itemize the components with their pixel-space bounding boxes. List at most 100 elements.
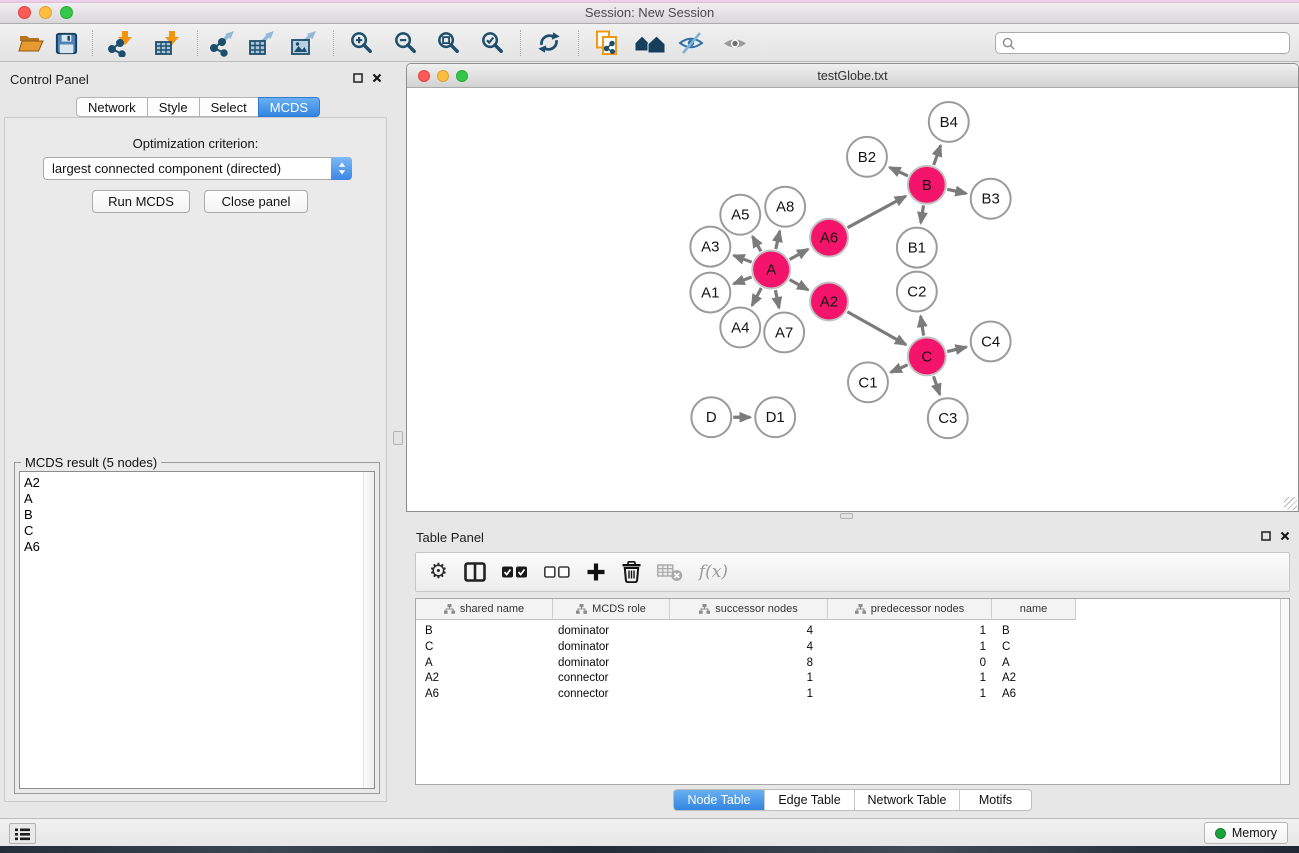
refresh-layout-button[interactable]: [534, 28, 564, 58]
graph-node-A7[interactable]: A7: [764, 312, 804, 352]
table-cell[interactable]: 4: [670, 640, 828, 656]
table-cell[interactable]: 1: [828, 624, 992, 640]
table-cell[interactable]: connector: [553, 687, 670, 703]
graph-edge-A6-B[interactable]: [848, 196, 906, 228]
scrollbar-track[interactable]: [363, 472, 374, 788]
tab-node-table[interactable]: Node Table: [674, 790, 764, 810]
network-window-titlebar[interactable]: testGlobe.txt: [407, 64, 1298, 88]
tab-network-table[interactable]: Network Table: [854, 790, 959, 810]
graph-node-A1[interactable]: A1: [690, 273, 730, 313]
column-header-successor-nodes[interactable]: successor nodes: [670, 599, 828, 620]
vertical-splitter-grip[interactable]: [393, 431, 403, 445]
graph-edge-A-A4[interactable]: [752, 288, 761, 305]
table-row[interactable]: A2connector11A2: [416, 671, 1289, 687]
graph-edge-C-C4[interactable]: [947, 347, 966, 351]
export-table-button[interactable]: [247, 28, 277, 58]
graph-node-B[interactable]: B: [908, 166, 946, 204]
hide-graphics-details-button[interactable]: [676, 28, 706, 58]
graph-edge-B-B3[interactable]: [947, 189, 966, 193]
run-mcds-button[interactable]: Run MCDS: [92, 190, 190, 213]
graph-node-C3[interactable]: C3: [928, 398, 968, 438]
graph-edge-B-B1[interactable]: [921, 205, 924, 223]
column-header-shared-name[interactable]: shared name: [416, 599, 553, 620]
table-cell[interactable]: 1: [670, 671, 828, 687]
graph-edge-B-B4[interactable]: [934, 145, 941, 165]
graph-edge-C-C1[interactable]: [891, 365, 908, 372]
select-all-columns-button[interactable]: [502, 566, 528, 578]
graph-node-C4[interactable]: C4: [971, 321, 1011, 361]
table-cell[interactable]: dominator: [553, 656, 670, 672]
memory-button[interactable]: Memory: [1204, 822, 1288, 844]
mcds-result-item[interactable]: A: [20, 491, 374, 507]
table-cell[interactable]: B: [416, 624, 553, 640]
table-cell[interactable]: C: [992, 640, 1076, 656]
graph-node-A5[interactable]: A5: [720, 195, 760, 235]
graph-node-D1[interactable]: D1: [755, 397, 795, 437]
table-cell[interactable]: B: [992, 624, 1076, 640]
graph-node-B1[interactable]: B1: [897, 228, 937, 268]
show-column-panel-button[interactable]: [464, 562, 486, 582]
graph-edge-A-A3[interactable]: [734, 255, 752, 262]
table-cell[interactable]: 4: [670, 624, 828, 640]
table-cell[interactable]: A2: [416, 671, 553, 687]
open-session-button[interactable]: [16, 28, 46, 58]
graph-edge-B-B2[interactable]: [890, 167, 908, 175]
graph-node-A4[interactable]: A4: [720, 307, 760, 347]
create-column-button[interactable]: [586, 562, 606, 582]
delete-column-button[interactable]: [622, 561, 641, 583]
network-canvas[interactable]: B4B2BB3A8A5A6A3B1AA1C2A2A4A7C4CC1C3DD1: [407, 89, 1298, 511]
tab-motifs[interactable]: Motifs: [959, 790, 1031, 810]
table-cell[interactable]: A6: [992, 687, 1076, 703]
tab-select[interactable]: Select: [199, 97, 259, 117]
table-cell[interactable]: 0: [828, 656, 992, 672]
export-network-button[interactable]: [207, 28, 237, 58]
graph-node-A2[interactable]: A2: [810, 283, 848, 321]
horizontal-splitter-grip[interactable]: [840, 513, 853, 519]
window-resize-grip[interactable]: [1284, 497, 1297, 510]
table-row[interactable]: A6connector11A6: [416, 687, 1289, 703]
table-scrollbar-track[interactable]: [1280, 599, 1289, 784]
mcds-result-item[interactable]: C: [20, 523, 374, 539]
network-graph[interactable]: B4B2BB3A8A5A6A3B1AA1C2A2A4A7C4CC1C3DD1: [407, 89, 1298, 511]
table-cell[interactable]: 1: [828, 671, 992, 687]
float-panel-icon[interactable]: [353, 73, 363, 83]
graph-node-D[interactable]: D: [691, 397, 731, 437]
table-cell[interactable]: 1: [828, 640, 992, 656]
zoom-out-button[interactable]: [390, 28, 420, 58]
graph-node-B3[interactable]: B3: [971, 179, 1011, 219]
column-header-predecessor-nodes[interactable]: predecessor nodes: [828, 599, 992, 620]
import-table-button[interactable]: [153, 28, 183, 58]
export-image-button[interactable]: [289, 28, 319, 58]
deselect-all-columns-button[interactable]: [544, 566, 570, 578]
table-cell[interactable]: 8: [670, 656, 828, 672]
close-panel-button[interactable]: Close panel: [204, 190, 308, 213]
tab-network[interactable]: Network: [76, 97, 148, 117]
graph-node-B4[interactable]: B4: [929, 102, 969, 142]
criterion-dropdown[interactable]: largest connected component (directed): [43, 157, 352, 180]
graph-node-C[interactable]: C: [908, 337, 946, 375]
home-view-button[interactable]: [632, 28, 668, 58]
fit-content-button[interactable]: [433, 28, 463, 58]
table-cell[interactable]: 1: [828, 687, 992, 703]
show-graphics-details-button[interactable]: [720, 28, 750, 58]
zoom-selected-button[interactable]: [477, 28, 507, 58]
tab-style[interactable]: Style: [147, 97, 200, 117]
search-field[interactable]: [995, 32, 1290, 54]
graph-node-B2[interactable]: B2: [847, 137, 887, 177]
table-cell[interactable]: dominator: [553, 640, 670, 656]
graph-edge-A-A8[interactable]: [776, 231, 780, 249]
task-history-button[interactable]: [9, 823, 36, 844]
tab-mcds[interactable]: MCDS: [258, 97, 320, 117]
graph-node-C1[interactable]: C1: [848, 362, 888, 402]
graph-edge-C-C3[interactable]: [934, 376, 940, 394]
import-network-button[interactable]: [106, 28, 136, 58]
mcds-result-item[interactable]: B: [20, 507, 374, 523]
graph-edge-A-A2[interactable]: [790, 280, 809, 290]
graph-edge-A2-C[interactable]: [847, 312, 906, 345]
table-cell[interactable]: C: [416, 640, 553, 656]
delete-table-button[interactable]: [657, 562, 683, 582]
table-row[interactable]: Bdominator41B: [416, 624, 1289, 640]
graph-node-C2[interactable]: C2: [897, 272, 937, 312]
save-session-button[interactable]: [51, 28, 81, 58]
graph-edge-A-A7[interactable]: [775, 290, 779, 308]
